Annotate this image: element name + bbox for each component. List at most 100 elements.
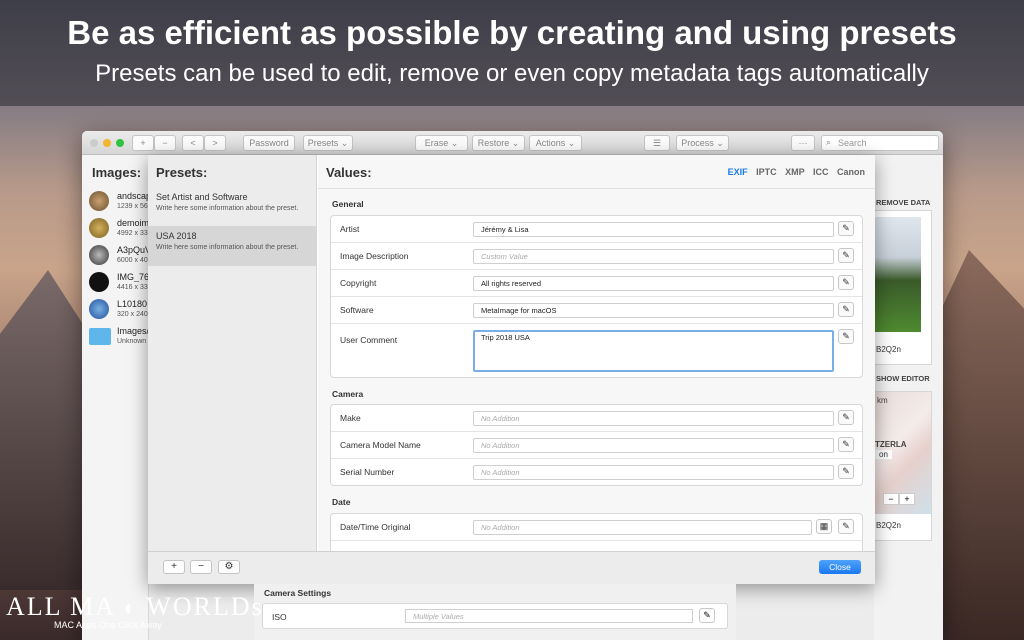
zoom-window-button[interactable]	[116, 139, 124, 147]
map-tooltip: on	[875, 450, 892, 459]
pencil-icon[interactable]: ✎	[838, 437, 854, 452]
field-label: Software	[340, 305, 374, 315]
promo-title: Be as efficient as possible by creating …	[67, 14, 957, 51]
field-label: User Comment	[340, 335, 398, 345]
section-date: Date	[332, 497, 351, 507]
pencil-icon[interactable]: ✎	[838, 248, 854, 263]
field-label: Serial Number	[340, 467, 395, 477]
image-thumbnail	[89, 191, 109, 211]
image-thumbnail	[89, 299, 109, 319]
preview-image	[875, 217, 921, 332]
remove-preset-button[interactable]: −	[190, 560, 212, 574]
image-item[interactable]: IMG_76 4416 x 33	[89, 270, 149, 298]
images-sidebar: Images: andscap 1239 x 56 demoim 4992 x …	[82, 155, 149, 640]
camera-settings-panel: Camera Settings ISO Multiple Values ✎	[254, 584, 736, 640]
remove-button[interactable]: −	[154, 135, 176, 151]
field-label: Artist	[340, 224, 360, 234]
erase-menu[interactable]: Erase ⌄	[415, 135, 468, 151]
promo-banner: Be as efficient as possible by creating …	[0, 0, 1024, 106]
date-group: Date/Time Original No Addition ▦ ✎	[330, 513, 863, 551]
close-window-button[interactable]	[90, 139, 98, 147]
serial-number-field[interactable]: No Addition	[473, 465, 834, 480]
image-item[interactable]: A3pQuV 6000 x 40	[89, 243, 149, 271]
promo-subtitle: Presets can be used to edit, remove or e…	[95, 60, 929, 87]
values-pane: Values: EXIF IPTC XMP ICC Canon General …	[318, 155, 875, 551]
pencil-icon[interactable]: ✎	[838, 464, 854, 479]
image-thumbnail	[89, 272, 109, 292]
field-row-camera-model: Camera Model Name No Addition ✎	[331, 432, 862, 459]
field-row-make: Make No Addition ✎	[331, 405, 862, 432]
image-item[interactable]: andscap 1239 x 56	[89, 189, 149, 217]
user-comment-textarea[interactable]: Trip 2018 USA	[473, 330, 834, 372]
image-size: 320 x 240	[117, 311, 148, 318]
field-row-user-comment: User Comment Trip 2018 USA ✎	[331, 324, 862, 378]
iso-field[interactable]: Multiple Values	[405, 609, 693, 623]
more-button[interactable]: ···	[791, 135, 815, 151]
add-preset-button[interactable]: +	[163, 560, 185, 574]
image-item[interactable]: L10180 320 x 240	[89, 297, 149, 325]
process-menu[interactable]: Process ⌄	[676, 135, 729, 151]
watermark-logo: ALL MA ◐ WORLDs MAC Apps One Click Away	[6, 592, 264, 630]
map-card: km TZERLA on − + B2Q2n	[874, 391, 932, 541]
field-label: Copyright	[340, 278, 377, 288]
tab-canon[interactable]: Canon	[837, 167, 865, 177]
field-label: Make	[340, 413, 361, 423]
remove-data-button[interactable]: REMOVE DATA	[876, 198, 930, 207]
apple-logo-icon: ◐	[115, 595, 147, 620]
preset-item[interactable]: Set Artist and Software Write here some …	[148, 187, 317, 227]
make-field[interactable]: No Addition	[473, 411, 834, 426]
tab-iptc[interactable]: IPTC	[756, 167, 777, 177]
field-label: Camera Model Name	[340, 440, 421, 450]
watermark-brand-right: WORLDs	[146, 592, 264, 621]
camera-model-field[interactable]: No Addition	[473, 438, 834, 453]
pencil-icon[interactable]: ✎	[838, 275, 854, 290]
presets-pane: Presets: Set Artist and Software Write h…	[148, 155, 317, 551]
list-view-icon[interactable]: ☰	[644, 135, 670, 151]
forward-button[interactable]: >	[204, 135, 226, 151]
zoom-in-button[interactable]: +	[899, 493, 915, 505]
preset-item-selected[interactable]: USA 2018 Write here some information abo…	[148, 226, 317, 266]
search-input[interactable]: Search	[821, 135, 939, 151]
close-button[interactable]: Close	[819, 560, 861, 574]
calendar-icon[interactable]: ▦	[816, 519, 832, 534]
presets-header: Presets:	[156, 165, 208, 180]
image-item[interactable]: demoim 4992 x 33	[89, 216, 149, 244]
image-description-field[interactable]: Custom Value	[473, 249, 834, 264]
software-field[interactable]: MetaImage for macOS	[473, 303, 834, 318]
sheet-footer: + − ⚙ Close	[148, 551, 875, 584]
gear-icon[interactable]: ⚙	[218, 560, 240, 574]
preview-code: B2Q2n	[876, 345, 901, 354]
back-button[interactable]: <	[182, 135, 204, 151]
add-button[interactable]: +	[132, 135, 154, 151]
actions-menu[interactable]: Actions ⌄	[529, 135, 582, 151]
image-item[interactable]: Images/ Unknown	[89, 324, 149, 352]
date-original-field[interactable]: No Addition	[473, 520, 812, 535]
show-editor-button[interactable]: SHOW EDITOR	[876, 374, 930, 383]
pencil-icon[interactable]: ✎	[699, 608, 715, 623]
artist-field[interactable]: Jérémy & Lisa	[473, 222, 834, 237]
copyright-field[interactable]: All rights reserved	[473, 276, 834, 291]
pencil-icon[interactable]: ✎	[838, 302, 854, 317]
pencil-icon[interactable]: ✎	[838, 410, 854, 425]
presets-menu[interactable]: Presets ⌄	[303, 135, 353, 151]
zoom-out-button[interactable]: −	[883, 493, 899, 505]
restore-menu[interactable]: Restore ⌄	[472, 135, 525, 151]
values-header: Values:	[326, 165, 372, 180]
pencil-icon[interactable]: ✎	[838, 329, 854, 344]
tab-xmp[interactable]: XMP	[785, 167, 804, 177]
field-row-artist: Artist Jérémy & Lisa ✎	[331, 216, 862, 243]
pencil-icon[interactable]: ✎	[838, 519, 854, 534]
metadata-tabs: EXIF IPTC XMP ICC Canon	[722, 167, 865, 177]
preset-name: Set Artist and Software	[156, 192, 248, 202]
general-group: Artist Jérémy & Lisa ✎ Image Description…	[330, 215, 863, 378]
images-header: Images:	[92, 165, 142, 180]
image-thumbnail	[89, 245, 109, 265]
tab-exif[interactable]: EXIF	[728, 167, 748, 177]
iso-label: ISO	[272, 612, 287, 622]
password-button[interactable]: Password	[243, 135, 295, 151]
pencil-icon[interactable]: ✎	[838, 221, 854, 236]
window-toolbar: + − < > Password Presets ⌄ Erase ⌄ Resto…	[82, 131, 943, 155]
minimize-window-button[interactable]	[103, 139, 111, 147]
tab-icc[interactable]: ICC	[813, 167, 829, 177]
camera-group: Make No Addition ✎ Camera Model Name No …	[330, 404, 863, 486]
